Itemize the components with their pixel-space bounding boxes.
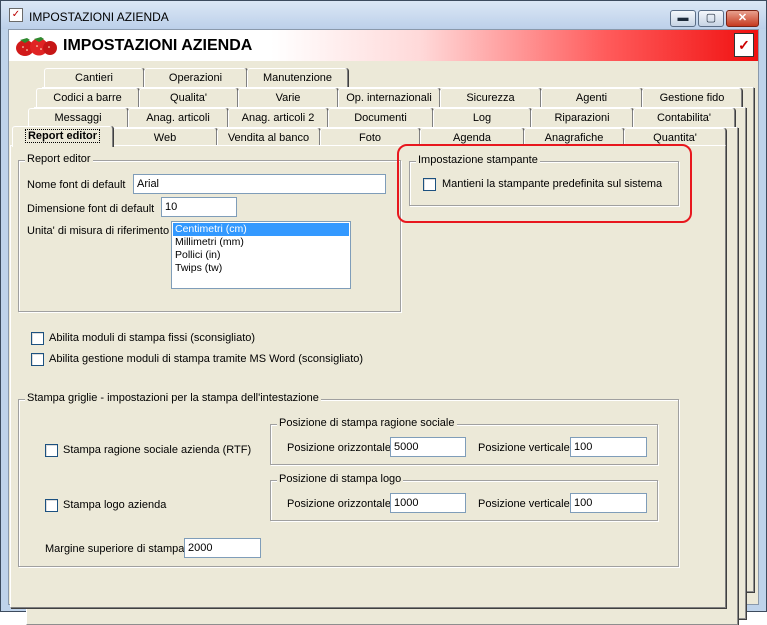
tab-manutenzione[interactable]: Manutenzione bbox=[247, 68, 348, 87]
tab-operazioni[interactable]: Operazioni bbox=[144, 68, 247, 87]
tab-op-internazionali[interactable]: Op. internazionali bbox=[338, 88, 440, 107]
fixed-modules-checkbox[interactable] bbox=[31, 332, 44, 345]
logo-position-group: Posizione di stampa logo Posizione orizz… bbox=[270, 473, 658, 521]
tab-report-editor-label: Report editor bbox=[24, 129, 101, 143]
application-window: ✓ IMPOSTAZIONI AZIENDA ▬ ▢ ✕ IMPOSTAZION… bbox=[0, 0, 767, 625]
company-v-input[interactable]: 100 bbox=[570, 437, 647, 457]
unit-option-mm[interactable]: Millimetri (mm) bbox=[173, 236, 349, 249]
tab-codici-a-barre[interactable]: Codici a barre bbox=[36, 88, 139, 107]
tab-documenti[interactable]: Documenti bbox=[328, 108, 433, 127]
window-title: IMPOSTAZIONI AZIENDA bbox=[29, 10, 169, 24]
title-bar[interactable]: ✓ IMPOSTAZIONI AZIENDA ▬ ▢ ✕ bbox=[1, 1, 766, 29]
font-name-label: Nome font di default bbox=[27, 179, 126, 191]
unit-option-in[interactable]: Pollici (in) bbox=[173, 249, 349, 262]
logo-position-group-title: Posizione di stampa logo bbox=[277, 473, 404, 485]
word-modules-label: Abilita gestione moduli di stampa tramit… bbox=[49, 353, 364, 365]
grid-print-group: Stampa griglie - impostazioni per la sta… bbox=[18, 392, 679, 567]
fixed-modules-label: Abilita moduli di stampa fissi (sconsigl… bbox=[49, 332, 256, 344]
font-name-input[interactable]: Arial bbox=[133, 174, 386, 194]
logo-v-input[interactable]: 100 bbox=[570, 493, 647, 513]
tab-riparazioni[interactable]: Riparazioni bbox=[531, 108, 633, 127]
minimize-button[interactable]: ▬ bbox=[670, 10, 696, 27]
tab-contabilita[interactable]: Contabilita' bbox=[633, 108, 735, 127]
maximize-button[interactable]: ▢ bbox=[698, 10, 724, 27]
close-button[interactable]: ✕ bbox=[726, 10, 759, 27]
report-editor-group: Report editor Nome font di default Arial… bbox=[18, 153, 401, 312]
tab-sicurezza[interactable]: Sicurezza bbox=[440, 88, 541, 107]
logo-label: Stampa logo azienda bbox=[63, 499, 167, 511]
logo-h-label: Posizione orizzontale bbox=[287, 498, 391, 510]
tab-varie[interactable]: Varie bbox=[238, 88, 338, 107]
logo-h-input[interactable]: 1000 bbox=[390, 493, 466, 513]
report-editor-group-title: Report editor bbox=[25, 153, 93, 165]
tab-agenti[interactable]: Agenti bbox=[541, 88, 642, 107]
header-band: IMPOSTAZIONI AZIENDA ✓ bbox=[9, 30, 758, 61]
tab-messaggi[interactable]: Messaggi bbox=[28, 108, 128, 127]
word-modules-checkbox[interactable] bbox=[31, 353, 44, 366]
tab-cantieri[interactable]: Cantieri bbox=[44, 68, 144, 87]
font-size-input[interactable]: 10 bbox=[161, 197, 237, 217]
header-title: IMPOSTAZIONI AZIENDA bbox=[63, 37, 253, 54]
checklist-icon: ✓ bbox=[734, 33, 754, 57]
top-margin-label: Margine superiore di stampa bbox=[45, 543, 185, 555]
tab-report-editor[interactable]: Report editor bbox=[12, 126, 113, 147]
grid-print-group-title: Stampa griglie - impostazioni per la sta… bbox=[25, 392, 321, 404]
tab-gestione-fido[interactable]: Gestione fido bbox=[642, 88, 742, 107]
unit-option-tw[interactable]: Twips (tw) bbox=[173, 262, 349, 275]
company-h-input[interactable]: 5000 bbox=[390, 437, 466, 457]
tab-log[interactable]: Log bbox=[433, 108, 531, 127]
logo-checkbox[interactable] bbox=[45, 499, 58, 512]
strawberry-logo-icon bbox=[16, 37, 57, 56]
company-h-label: Posizione orizzontale bbox=[287, 442, 391, 454]
company-name-label: Stampa ragione sociale azienda (RTF) bbox=[63, 444, 252, 456]
tab-anag-articoli[interactable]: Anag. articoli bbox=[128, 108, 228, 127]
company-name-checkbox[interactable] bbox=[45, 444, 58, 457]
company-position-group-title: Posizione di stampa ragione sociale bbox=[277, 417, 457, 429]
tab-qualita[interactable]: Qualita' bbox=[139, 88, 238, 107]
font-size-label: Dimensione font di default bbox=[27, 203, 155, 215]
top-margin-input[interactable]: 2000 bbox=[184, 538, 261, 558]
company-position-group: Posizione di stampa ragione sociale Posi… bbox=[270, 417, 658, 465]
logo-v-label: Posizione verticale bbox=[478, 498, 570, 510]
tab-anag-articoli-2[interactable]: Anag. articoli 2 bbox=[228, 108, 328, 127]
unit-listbox[interactable]: Centimetri (cm) Millimetri (mm) Pollici … bbox=[171, 221, 351, 289]
company-v-label: Posizione verticale bbox=[478, 442, 570, 454]
highlight-box bbox=[397, 144, 692, 223]
app-icon: ✓ bbox=[9, 8, 23, 22]
unit-option-cm[interactable]: Centimetri (cm) bbox=[173, 223, 349, 236]
unit-label: Unita' di misura di riferimento bbox=[27, 225, 170, 237]
